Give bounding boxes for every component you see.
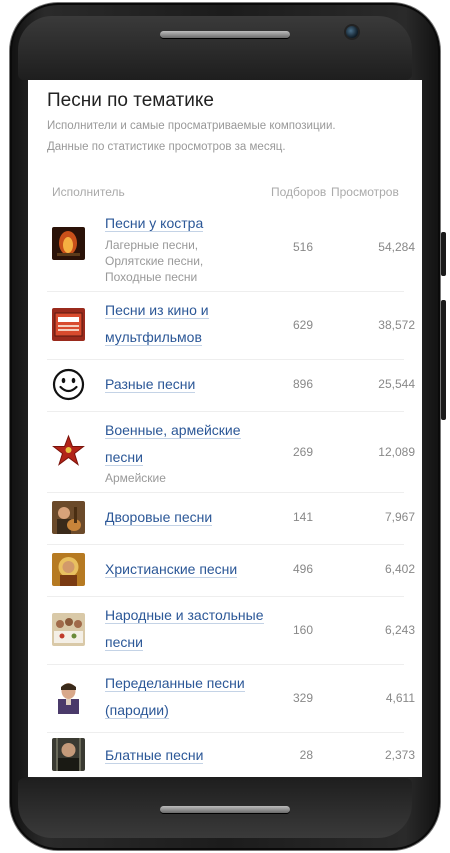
selections-count: 896 <box>292 377 313 391</box>
table-row: Песни из кино и мультфильмов 629 38,572 <box>47 291 415 360</box>
feast-table-icon <box>52 613 85 646</box>
table-row: Народные и застольные песни 160 6,243 <box>47 596 415 665</box>
red-star-icon <box>52 434 85 467</box>
row-title[interactable]: Песни из кино и мультфильмов <box>105 297 275 351</box>
yard-guitar-icon <box>52 501 85 534</box>
screen: Песни по тематике Исполнители и самые пр… <box>28 80 422 777</box>
table-row: Разные песни 896 25,544 <box>47 359 415 412</box>
front-camera <box>346 26 358 38</box>
parody-man-icon <box>52 681 85 714</box>
row-title[interactable]: Переделанные песни (пародии) <box>105 670 275 724</box>
views-count: 12,089 <box>378 445 415 459</box>
row-title[interactable]: Народные и застольные песни <box>105 602 275 656</box>
selections-count: 629 <box>292 318 313 332</box>
views-count: 4,611 <box>385 691 415 705</box>
column-header-views[interactable]: Просмотров <box>331 185 399 199</box>
table-row: Дворовые песни 141 7,967 <box>47 492 415 545</box>
film-songs-badge-icon <box>52 308 85 341</box>
views-count: 2,373 <box>384 748 415 762</box>
row-title[interactable]: Христианские песни <box>105 556 275 583</box>
page-subtitle-line-1: Исполнители и самые просматриваемые комп… <box>47 120 336 132</box>
row-title[interactable]: Разные песни <box>105 371 275 398</box>
views-count: 6,243 <box>384 623 415 637</box>
views-count: 6,402 <box>384 562 415 576</box>
selections-count: 160 <box>292 623 313 637</box>
page-subtitle-line-2: Данные по статистике просмотров за месяц… <box>47 141 286 153</box>
smiley-icon <box>52 368 85 401</box>
column-header-artist[interactable]: Исполнитель <box>52 185 125 199</box>
power-button[interactable] <box>441 300 446 420</box>
row-title[interactable]: Песни у костра <box>105 210 275 237</box>
row-description: Армейские <box>105 471 166 485</box>
selections-count: 269 <box>292 445 313 459</box>
table-row: Переделанные песни (пародии) 329 4,611 <box>47 664 415 733</box>
row-title[interactable]: Военные, армейские песни <box>105 417 275 471</box>
table-row: Блатные песни 28 2,373 <box>47 732 415 777</box>
selections-count: 516 <box>292 240 313 254</box>
icon-painting-icon <box>52 553 85 586</box>
row-title[interactable]: Блатные песни <box>105 742 275 769</box>
bottom-speaker <box>160 806 290 813</box>
table-row: Христианские песни 496 6,402 <box>47 544 415 597</box>
campfire-icon <box>52 227 85 260</box>
volume-button[interactable] <box>441 232 446 276</box>
views-count: 38,572 <box>378 318 415 332</box>
row-title[interactable]: Дворовые песни <box>105 504 275 531</box>
views-count: 25,544 <box>378 377 415 391</box>
views-count: 54,284 <box>378 240 415 254</box>
column-header-selections[interactable]: Подборов <box>271 185 326 199</box>
selections-count: 496 <box>292 562 313 576</box>
row-description: Лагерные песни, Орлятские песни, Походные … <box>105 238 204 284</box>
page-title: Песни по тематике <box>47 90 214 111</box>
table-row: Песни у костра Лагерные песни, Орлятские … <box>47 207 415 292</box>
prison-man-icon <box>52 738 85 771</box>
views-count: 7,967 <box>384 510 415 524</box>
table-row: Военные, армейские песни Армейские 269 12… <box>47 411 415 493</box>
selections-count: 28 <box>299 748 313 762</box>
selections-count: 329 <box>292 691 313 705</box>
earpiece-speaker <box>160 31 290 38</box>
selections-count: 141 <box>292 510 313 524</box>
